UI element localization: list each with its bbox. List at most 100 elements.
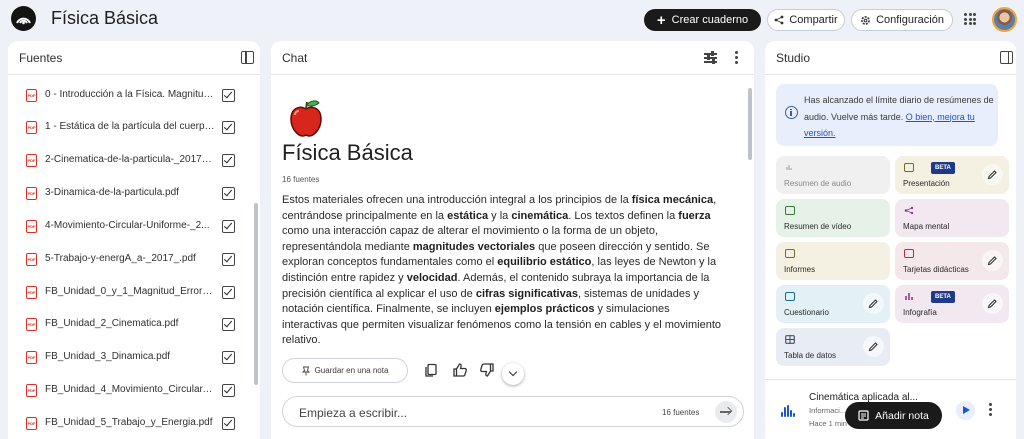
summary-text: y la	[488, 209, 512, 222]
save-to-note-button[interactable]: Guardar en una nota	[282, 358, 408, 383]
pdf-icon	[26, 89, 37, 102]
source-name: FB_Unidad_3_Dinamica.pdf	[45, 351, 171, 362]
report-icon	[785, 249, 795, 258]
source-name: 3-Dinamica-de-la-particula.pdf	[45, 187, 179, 198]
reports-tile[interactable]: Informes	[776, 242, 890, 280]
mind-map-tile[interactable]: Mapa mental	[895, 199, 1009, 237]
summary-text: Estos materiales ofrecen una introducció…	[282, 194, 632, 206]
edit-button[interactable]	[863, 336, 884, 357]
note-timestamp: Hace 1 min	[809, 419, 847, 428]
add-note-button[interactable]: Añadir nota	[845, 402, 942, 429]
edit-button[interactable]	[982, 293, 1003, 314]
source-checkbox[interactable]	[222, 286, 235, 299]
notebooklm-logo-icon[interactable]	[11, 6, 36, 31]
scroll-down-button[interactable]	[502, 363, 524, 385]
source-name: 0 - Introducción a la Física. Magnitud..…	[45, 89, 215, 100]
source-item[interactable]: FB_Unidad_5_Trabajo_y_Energia.pdf	[8, 409, 248, 439]
summary-keyword: cifras significativas	[475, 287, 578, 300]
chat-title: Chat	[282, 51, 308, 65]
settings-button[interactable]: Configuración	[851, 9, 953, 31]
source-checkbox[interactable]	[222, 417, 235, 430]
source-item[interactable]: FB_Unidad_4_Movimiento_Circular.pdf	[8, 376, 248, 408]
data-table-tile[interactable]: Tabla de datos	[776, 328, 890, 366]
beta-badge: BETA	[931, 162, 955, 174]
gear-icon	[861, 15, 870, 25]
video-overview-tile[interactable]: Resumen de vídeo	[776, 199, 890, 237]
collapse-panel-icon[interactable]	[241, 51, 254, 64]
source-checkbox[interactable]	[222, 121, 235, 134]
source-checkbox[interactable]	[222, 187, 235, 200]
edit-button[interactable]	[863, 293, 884, 314]
add-note-label: Añadir nota	[875, 409, 929, 422]
source-checkbox[interactable]	[222, 89, 235, 102]
more-options-icon[interactable]	[989, 403, 992, 416]
pencil-icon	[868, 299, 878, 309]
source-name: FB_Unidad_4_Movimiento_Circular.pdf	[45, 384, 215, 395]
edit-button[interactable]	[982, 250, 1003, 271]
flashcards-icon	[904, 249, 914, 258]
source-checkbox[interactable]	[222, 253, 235, 266]
info-icon	[785, 106, 798, 119]
pdf-icon	[26, 417, 37, 430]
source-item[interactable]: 2-Cinematica-de-la-particula-_2017_...	[8, 146, 248, 178]
infographic-label: Infografía	[903, 308, 937, 317]
source-checkbox[interactable]	[222, 220, 235, 233]
app-title[interactable]: Física Básica	[51, 8, 158, 29]
chat-header: Chat	[271, 41, 754, 75]
quiz-tile[interactable]: Cuestionario	[776, 285, 890, 323]
chat-input[interactable]: Empieza a escribir... 16 fuentes	[282, 396, 744, 427]
presentation-tile[interactable]: BETA Presentación	[895, 156, 1009, 194]
play-button[interactable]	[956, 401, 975, 420]
source-item[interactable]: 4-Movimiento-Circular-Uniforme-_2...	[8, 212, 248, 244]
source-count: 16 fuentes	[282, 175, 320, 184]
source-item[interactable]: FB_Unidad_3_Dinamica.pdf	[8, 343, 248, 375]
more-options-icon[interactable]	[735, 51, 738, 64]
source-name: 4-Movimiento-Circular-Uniforme-_2...	[45, 220, 210, 231]
create-notebook-button[interactable]: + Crear cuaderno	[644, 9, 761, 31]
thumb-up-icon[interactable]	[452, 362, 468, 378]
pdf-icon	[26, 351, 37, 364]
top-bar: Física Básica + Crear cuaderno Compartir…	[0, 0, 1024, 40]
thumb-down-icon[interactable]	[479, 362, 495, 378]
chat-scrollbar[interactable]	[748, 88, 752, 160]
avatar[interactable]	[992, 7, 1017, 32]
summary-keyword: estática	[447, 209, 489, 222]
pencil-icon	[987, 299, 997, 309]
source-item[interactable]: FB_Unidad_2_Cinematica.pdf	[8, 310, 248, 342]
copy-icon[interactable]	[423, 362, 439, 378]
alert-text: Has alcanzado el límite diario de resúme…	[804, 92, 994, 142]
audio-overview-tile[interactable]: Resumen de audio	[776, 156, 890, 194]
source-item[interactable]: FB_Unidad_0_y_1_Magnitud_Error_Ve...	[8, 278, 248, 310]
data-table-label: Tabla de datos	[784, 351, 837, 360]
source-name: FB_Unidad_2_Cinematica.pdf	[45, 318, 179, 329]
source-checkbox[interactable]	[222, 351, 235, 364]
source-item[interactable]: 3-Dinamica-de-la-particula.pdf	[8, 179, 248, 211]
sparkle-waveform-icon	[786, 165, 792, 170]
tune-icon[interactable]	[704, 51, 717, 64]
infographic-tile[interactable]: BETA Infografía	[895, 285, 1009, 323]
reports-label: Informes	[784, 265, 816, 274]
source-item[interactable]: 1 - Estática de la partícula del cuerpo.…	[8, 113, 248, 145]
source-name: 5-Trabajo-y-energÃ_a-_2017_.pdf	[45, 253, 196, 264]
chat-input-placeholder: Empieza a escribir...	[299, 406, 408, 420]
share-button[interactable]: Compartir	[767, 9, 845, 31]
pdf-icon	[26, 121, 37, 134]
source-checkbox[interactable]	[222, 154, 235, 167]
slides-icon	[904, 163, 914, 172]
source-checkbox[interactable]	[222, 384, 235, 397]
source-item[interactable]: 5-Trabajo-y-energÃ_a-_2017_.pdf	[8, 245, 248, 277]
edit-button[interactable]	[982, 164, 1003, 185]
summary-keyword: ejemplos prácticos	[494, 303, 595, 316]
source-item[interactable]: 0 - Introducción a la Física. Magnitud..…	[8, 81, 248, 113]
source-checkbox[interactable]	[222, 318, 235, 331]
flashcards-tile[interactable]: Tarjetas didácticas	[895, 242, 1009, 280]
pencil-icon	[868, 342, 878, 352]
mind-map-icon	[904, 206, 914, 215]
apps-grid-icon[interactable]	[964, 13, 976, 25]
sources-scrollbar[interactable]	[254, 203, 258, 385]
infographic-icon	[905, 293, 913, 300]
send-button[interactable]	[715, 401, 737, 423]
collapse-panel-icon[interactable]	[1000, 51, 1013, 64]
note-icon	[858, 410, 869, 421]
pdf-icon	[26, 154, 37, 167]
